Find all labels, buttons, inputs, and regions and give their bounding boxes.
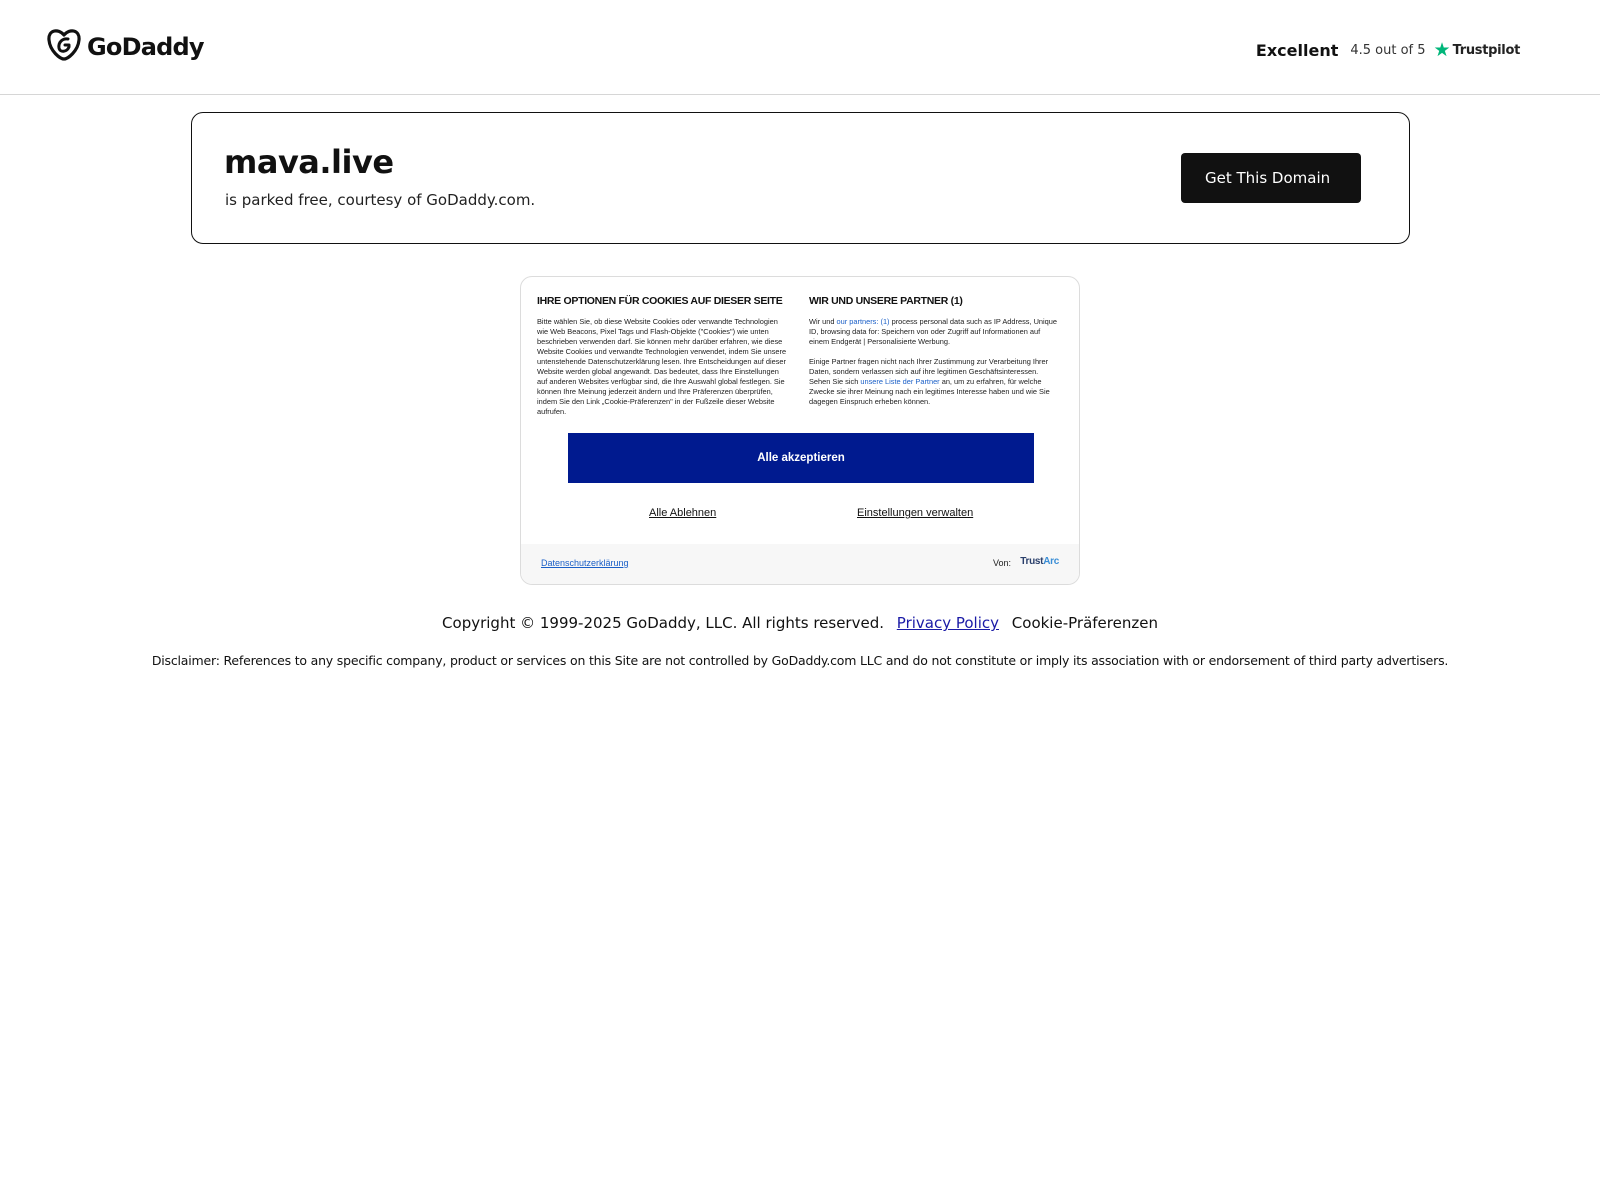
cookie-options-title: IHRE OPTIONEN FÜR COOKIES AUF DIESER SEI… xyxy=(537,295,783,307)
accept-all-button[interactable]: Alle akzeptieren xyxy=(568,433,1034,483)
get-this-domain-button[interactable]: Get This Domain xyxy=(1181,153,1361,203)
trustpilot-star-icon: ★ xyxy=(1433,39,1451,61)
cookie-options-text: Bitte wählen Sie, ob diese Website Cooki… xyxy=(537,317,787,416)
manage-settings-link[interactable]: Einstellungen verwalten xyxy=(857,507,973,519)
cookie-consent-dialog: IHRE OPTIONEN FÜR COOKIES AUF DIESER SEI… xyxy=(520,276,1080,585)
trustpilot-name: Trustpilot xyxy=(1452,42,1521,58)
godaddy-logo-icon xyxy=(47,28,81,66)
partners-text-2: Einige Partner fragen nicht nach Ihrer Z… xyxy=(809,357,1050,406)
rating-label: Excellent xyxy=(1255,40,1339,60)
copyright-row: Copyright © 1999-2025 GoDaddy, LLC. All … xyxy=(0,614,1600,632)
privacy-policy-link[interactable]: Privacy Policy xyxy=(897,614,999,632)
rating-score: 4.5 out of 5 xyxy=(1350,42,1426,58)
partner-list-link[interactable]: unsere Liste der Partner xyxy=(860,377,939,386)
cookie-preferences-link[interactable]: Cookie-Präferenzen xyxy=(1012,614,1158,632)
cookie-dialog-footer: Datenschutzerklärung Von: TrustArc xyxy=(521,544,1079,584)
trustpilot-rating[interactable]: Excellent 4.5 out of 5 ★ Trustpilot xyxy=(1256,38,1520,62)
our-partners-link[interactable]: our partners: (1) xyxy=(837,317,890,326)
godaddy-logo[interactable]: GoDaddy xyxy=(47,28,205,66)
domain-name: mava.live xyxy=(224,143,394,181)
partners-title: WIR UND UNSERE PARTNER (1) xyxy=(809,295,963,307)
partners-text-1: Wir und our partners: (1) process person… xyxy=(809,317,1058,346)
site-header: GoDaddy Excellent 4.5 out of 5 ★ Trustpi… xyxy=(0,0,1600,95)
domain-card: mava.live is parked free, courtesy of Go… xyxy=(191,112,1410,244)
cookie-options-column: IHRE OPTIONEN FÜR COOKIES AUF DIESER SEI… xyxy=(537,295,789,417)
powered-by-label: Von: xyxy=(992,558,1011,568)
privacy-statement-link[interactable]: Datenschutzerklärung xyxy=(541,558,629,568)
reject-all-link[interactable]: Alle Ablehnen xyxy=(649,507,716,519)
logo-wordmark: GoDaddy xyxy=(87,33,205,61)
copyright-text: Copyright © 1999-2025 GoDaddy, LLC. All … xyxy=(442,614,884,632)
disclaimer-text: Disclaimer: References to any specific c… xyxy=(151,653,1449,668)
domain-subtitle: is parked free, courtesy of GoDaddy.com. xyxy=(225,191,536,209)
partners-column: WIR UND UNSERE PARTNER (1) Wir und our p… xyxy=(809,295,1061,407)
trustarc-logo[interactable]: TrustArc xyxy=(1020,556,1059,567)
